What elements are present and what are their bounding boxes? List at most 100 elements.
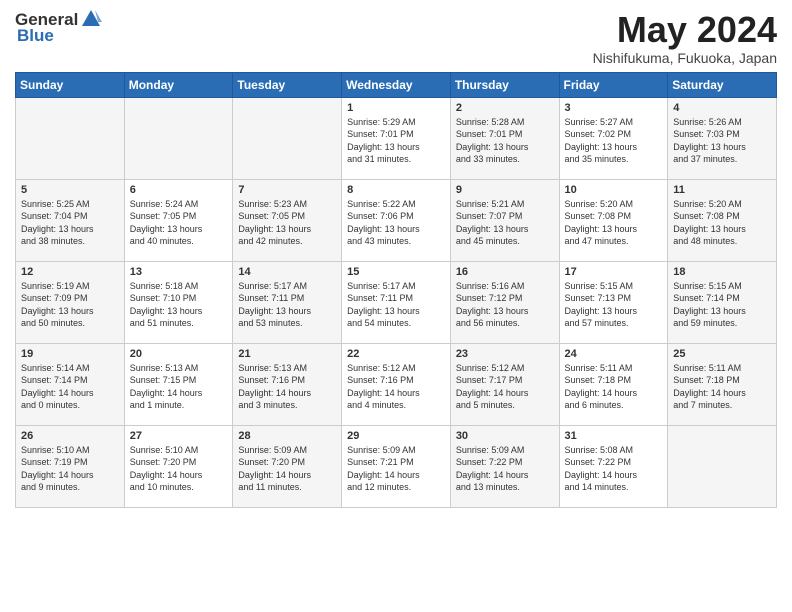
calendar-cell: 5 Sunrise: 5:25 AM Sunset: 7:04 PM Daylig…	[16, 179, 125, 261]
calendar-cell: 7Sunrise: 5:23 AM Sunset: 7:05 PM Daylig…	[233, 179, 342, 261]
day-header-friday: Friday	[559, 72, 668, 97]
calendar-cell: 12 Sunrise: 5:19 AM Sunset: 7:09 PM Dayli…	[16, 261, 125, 343]
calendar-cell: 8 Sunrise: 5:22 AM Sunset: 7:06 PM Daylig…	[342, 179, 451, 261]
day-number: 30	[456, 430, 554, 442]
cell-info: Sunrise: 5:11 AM Sunset: 7:18 PM Dayligh…	[673, 362, 771, 412]
calendar-cell: 21Sunrise: 5:13 AM Sunset: 7:16 PM Dayli…	[233, 343, 342, 425]
calendar-cell: 3 Sunrise: 5:27 AM Sunset: 7:02 PM Daylig…	[559, 97, 668, 179]
day-number: 19	[21, 348, 119, 360]
cell-info: Sunrise: 5:17 AM Sunset: 7:11 PM Dayligh…	[238, 280, 336, 330]
calendar-cell: 9Sunrise: 5:21 AM Sunset: 7:07 PM Daylig…	[450, 179, 559, 261]
cell-info: Sunrise: 5:12 AM Sunset: 7:16 PM Dayligh…	[347, 362, 445, 412]
day-header-thursday: Thursday	[450, 72, 559, 97]
cell-info: Sunrise: 5:17 AM Sunset: 7:11 PM Dayligh…	[347, 280, 445, 330]
cell-info: Sunrise: 5:20 AM Sunset: 7:08 PM Dayligh…	[565, 198, 663, 248]
cell-info: Sunrise: 5:16 AM Sunset: 7:12 PM Dayligh…	[456, 280, 554, 330]
calendar-week-row: 12 Sunrise: 5:19 AM Sunset: 7:09 PM Dayli…	[16, 261, 777, 343]
calendar-cell: 4Sunrise: 5:26 AM Sunset: 7:03 PM Daylig…	[668, 97, 777, 179]
calendar-cell	[668, 425, 777, 507]
day-number: 5	[21, 184, 119, 196]
cell-info: Sunrise: 5:20 AM Sunset: 7:08 PM Dayligh…	[673, 198, 771, 248]
calendar-cell	[233, 97, 342, 179]
day-header-saturday: Saturday	[668, 72, 777, 97]
day-number: 7	[238, 184, 336, 196]
calendar-cell: 18 Sunrise: 5:15 AM Sunset: 7:14 PM Dayli…	[668, 261, 777, 343]
calendar-cell: 30 Sunrise: 5:09 AM Sunset: 7:22 PM Dayli…	[450, 425, 559, 507]
calendar-cell: 14 Sunrise: 5:17 AM Sunset: 7:11 PM Dayli…	[233, 261, 342, 343]
cell-info: Sunrise: 5:25 AM Sunset: 7:04 PM Dayligh…	[21, 198, 119, 248]
day-number: 10	[565, 184, 663, 196]
calendar-cell: 31Sunrise: 5:08 AM Sunset: 7:22 PM Dayli…	[559, 425, 668, 507]
calendar-cell: 17 Sunrise: 5:15 AM Sunset: 7:13 PM Dayli…	[559, 261, 668, 343]
calendar-table: SundayMondayTuesdayWednesdayThursdayFrid…	[15, 72, 777, 508]
day-number: 16	[456, 266, 554, 278]
calendar-cell: 20 Sunrise: 5:13 AM Sunset: 7:15 PM Dayli…	[124, 343, 233, 425]
logo: General Blue	[15, 10, 102, 46]
cell-info: Sunrise: 5:12 AM Sunset: 7:17 PM Dayligh…	[456, 362, 554, 412]
cell-info: Sunrise: 5:09 AM Sunset: 7:22 PM Dayligh…	[456, 444, 554, 494]
day-header-sunday: Sunday	[16, 72, 125, 97]
cell-info: Sunrise: 5:28 AM Sunset: 7:01 PM Dayligh…	[456, 116, 554, 166]
calendar-cell: 29Sunrise: 5:09 AM Sunset: 7:21 PM Dayli…	[342, 425, 451, 507]
calendar-cell: 6Sunrise: 5:24 AM Sunset: 7:05 PM Daylig…	[124, 179, 233, 261]
day-header-tuesday: Tuesday	[233, 72, 342, 97]
calendar-cell	[124, 97, 233, 179]
day-number: 27	[130, 430, 228, 442]
day-number: 22	[347, 348, 445, 360]
day-number: 12	[21, 266, 119, 278]
day-number: 18	[673, 266, 771, 278]
day-number: 1	[347, 102, 445, 114]
calendar-cell: 22 Sunrise: 5:12 AM Sunset: 7:16 PM Dayli…	[342, 343, 451, 425]
calendar-cell: 1 Sunrise: 5:29 AM Sunset: 7:01 PM Daylig…	[342, 97, 451, 179]
calendar-cell: 10 Sunrise: 5:20 AM Sunset: 7:08 PM Dayli…	[559, 179, 668, 261]
day-number: 6	[130, 184, 228, 196]
cell-info: Sunrise: 5:15 AM Sunset: 7:14 PM Dayligh…	[673, 280, 771, 330]
day-number: 24	[565, 348, 663, 360]
calendar-week-row: 19 Sunrise: 5:14 AM Sunset: 7:14 PM Dayli…	[16, 343, 777, 425]
day-number: 17	[565, 266, 663, 278]
day-number: 2	[456, 102, 554, 114]
calendar-week-row: 5 Sunrise: 5:25 AM Sunset: 7:04 PM Daylig…	[16, 179, 777, 261]
day-number: 28	[238, 430, 336, 442]
cell-info: Sunrise: 5:13 AM Sunset: 7:16 PM Dayligh…	[238, 362, 336, 412]
cell-info: Sunrise: 5:09 AM Sunset: 7:21 PM Dayligh…	[347, 444, 445, 494]
day-number: 26	[21, 430, 119, 442]
day-number: 23	[456, 348, 554, 360]
calendar-week-row: 26 Sunrise: 5:10 AM Sunset: 7:19 PM Dayli…	[16, 425, 777, 507]
cell-info: Sunrise: 5:21 AM Sunset: 7:07 PM Dayligh…	[456, 198, 554, 248]
calendar-cell: 28 Sunrise: 5:09 AM Sunset: 7:20 PM Dayli…	[233, 425, 342, 507]
day-number: 15	[347, 266, 445, 278]
cell-info: Sunrise: 5:22 AM Sunset: 7:06 PM Dayligh…	[347, 198, 445, 248]
day-number: 3	[565, 102, 663, 114]
day-header-monday: Monday	[124, 72, 233, 97]
cell-info: Sunrise: 5:29 AM Sunset: 7:01 PM Dayligh…	[347, 116, 445, 166]
day-number: 25	[673, 348, 771, 360]
calendar-header-row: SundayMondayTuesdayWednesdayThursdayFrid…	[16, 72, 777, 97]
day-number: 8	[347, 184, 445, 196]
cell-info: Sunrise: 5:10 AM Sunset: 7:20 PM Dayligh…	[130, 444, 228, 494]
calendar-cell: 23 Sunrise: 5:12 AM Sunset: 7:17 PM Dayli…	[450, 343, 559, 425]
cell-info: Sunrise: 5:14 AM Sunset: 7:14 PM Dayligh…	[21, 362, 119, 412]
calendar-cell: 19 Sunrise: 5:14 AM Sunset: 7:14 PM Dayli…	[16, 343, 125, 425]
cell-info: Sunrise: 5:19 AM Sunset: 7:09 PM Dayligh…	[21, 280, 119, 330]
cell-info: Sunrise: 5:11 AM Sunset: 7:18 PM Dayligh…	[565, 362, 663, 412]
calendar-cell: 11 Sunrise: 5:20 AM Sunset: 7:08 PM Dayli…	[668, 179, 777, 261]
calendar-cell: 24 Sunrise: 5:11 AM Sunset: 7:18 PM Dayli…	[559, 343, 668, 425]
calendar-cell: 26 Sunrise: 5:10 AM Sunset: 7:19 PM Dayli…	[16, 425, 125, 507]
day-number: 31	[565, 430, 663, 442]
day-number: 14	[238, 266, 336, 278]
calendar-cell: 27 Sunrise: 5:10 AM Sunset: 7:20 PM Dayli…	[124, 425, 233, 507]
cell-info: Sunrise: 5:13 AM Sunset: 7:15 PM Dayligh…	[130, 362, 228, 412]
cell-info: Sunrise: 5:09 AM Sunset: 7:20 PM Dayligh…	[238, 444, 336, 494]
cell-info: Sunrise: 5:27 AM Sunset: 7:02 PM Dayligh…	[565, 116, 663, 166]
day-number: 20	[130, 348, 228, 360]
calendar-cell: 16 Sunrise: 5:16 AM Sunset: 7:12 PM Dayli…	[450, 261, 559, 343]
cell-info: Sunrise: 5:15 AM Sunset: 7:13 PM Dayligh…	[565, 280, 663, 330]
day-number: 4	[673, 102, 771, 114]
header: General Blue May 2024 Nishifukuma, Fukuo…	[15, 10, 777, 66]
logo-icon	[80, 8, 102, 30]
day-number: 11	[673, 184, 771, 196]
cell-info: Sunrise: 5:10 AM Sunset: 7:19 PM Dayligh…	[21, 444, 119, 494]
calendar-cell: 15 Sunrise: 5:17 AM Sunset: 7:11 PM Dayli…	[342, 261, 451, 343]
cell-info: Sunrise: 5:18 AM Sunset: 7:10 PM Dayligh…	[130, 280, 228, 330]
